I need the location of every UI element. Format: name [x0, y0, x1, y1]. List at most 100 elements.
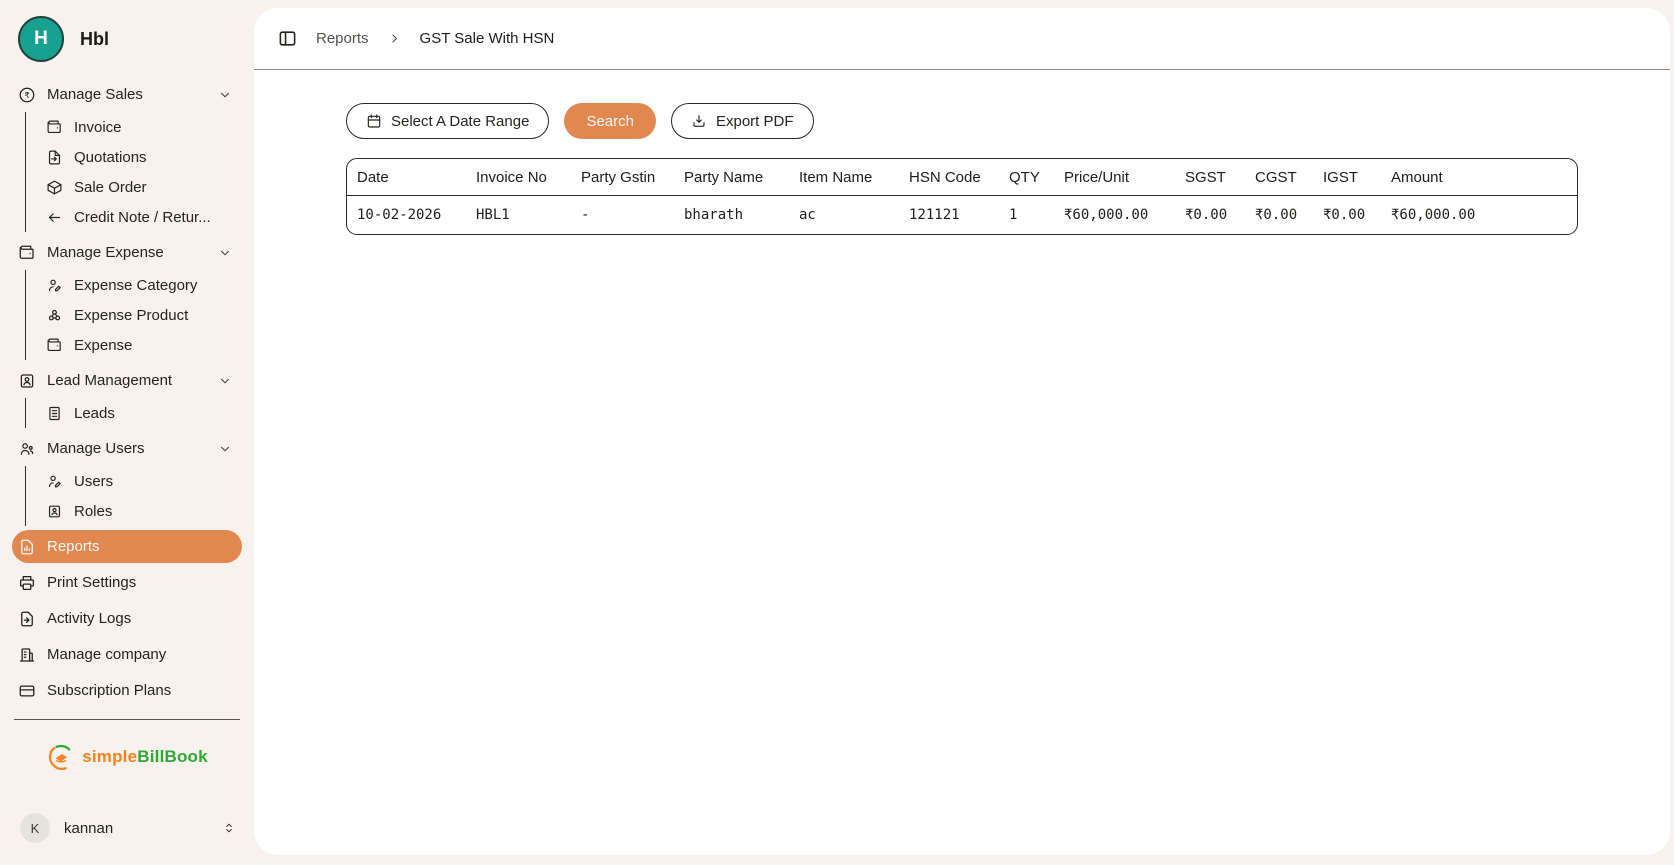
sidebar-item-label: Invoice	[74, 119, 122, 136]
sidebar-item-leads[interactable]: Leads	[26, 398, 242, 428]
sidebar-item-activity-logs[interactable]: Activity Logs	[12, 602, 242, 635]
report-table: Date Invoice No Party Gstin Party Name I…	[346, 158, 1578, 235]
column-header-item-name: Item Name	[789, 159, 899, 196]
report-icon	[18, 538, 36, 556]
cell-item-name: ac	[789, 196, 899, 234]
column-header-amount: Amount	[1381, 159, 1577, 196]
sidebar-item-label: Roles	[74, 503, 112, 520]
wallet-icon	[46, 337, 63, 354]
sidebar-item-manage-company[interactable]: Manage company	[12, 638, 242, 671]
date-range-label: Select A Date Range	[391, 113, 529, 130]
column-header-date: Date	[347, 159, 466, 196]
sidebar-group-lead-management[interactable]: Lead Management	[12, 365, 242, 396]
column-header-party-gstin: Party Gstin	[571, 159, 674, 196]
sidebar-item-credit-note[interactable]: Credit Note / Retur...	[26, 202, 242, 232]
sidebar-item-quotations[interactable]: Quotations	[26, 142, 242, 172]
cluster-icon	[46, 307, 63, 324]
sidebar: H Hbl ₹ Manage Sales Invoice	[0, 0, 254, 865]
sidebar-toggle-icon[interactable]	[278, 29, 297, 48]
date-range-button[interactable]: Select A Date Range	[346, 103, 549, 139]
sidebar-group-manage-expense[interactable]: Manage Expense	[12, 237, 242, 268]
topbar: Reports GST Sale With HSN	[254, 8, 1670, 70]
sidebar-item-label: Manage company	[47, 646, 166, 663]
column-header-qty: QTY	[999, 159, 1054, 196]
id-badge-icon	[46, 503, 63, 520]
search-button[interactable]: Search	[564, 103, 656, 139]
users-icon	[18, 440, 36, 458]
column-header-sgst: SGST	[1175, 159, 1245, 196]
wallet-icon	[18, 244, 36, 262]
cell-invoice-no: HBL1	[466, 196, 571, 234]
sidebar-item-label: Quotations	[74, 149, 147, 166]
cell-igst: ₹0.00	[1313, 196, 1381, 234]
sidebar-nav: ₹ Manage Sales Invoice	[0, 74, 254, 707]
sidebar-item-label: Credit Note / Retur...	[74, 209, 211, 226]
download-icon	[691, 113, 707, 129]
package-icon	[46, 179, 63, 196]
simplebillbook-logo: simpleBillBook	[0, 742, 254, 772]
return-arrow-icon	[46, 209, 63, 226]
rupee-circle-icon: ₹	[18, 86, 36, 104]
sidebar-item-label: Sale Order	[74, 179, 147, 196]
sidebar-item-users[interactable]: Users	[26, 466, 242, 496]
simplebillbook-logo-icon	[46, 742, 76, 772]
cell-hsn-code: 121121	[899, 196, 999, 234]
sidebar-group-manage-sales[interactable]: ₹ Manage Sales	[12, 79, 242, 110]
svg-text:₹: ₹	[24, 91, 29, 100]
sidebar-item-sale-order[interactable]: Sale Order	[26, 172, 242, 202]
chevron-down-icon	[218, 374, 232, 388]
cell-amount: ₹60,000.00	[1381, 196, 1577, 234]
sidebar-item-roles[interactable]: Roles	[26, 496, 242, 526]
sidebar-item-invoice[interactable]: Invoice	[26, 112, 242, 142]
sidebar-group-label: Manage Expense	[47, 244, 164, 261]
sidebar-group-label: Manage Users	[47, 440, 145, 457]
column-header-cgst: CGST	[1245, 159, 1313, 196]
wallet-icon	[46, 119, 63, 136]
report-toolbar: Select A Date Range Search Export PDF	[346, 103, 1578, 139]
sidebar-item-label: Expense	[74, 337, 132, 354]
main-panel: Reports GST Sale With HSN Select A Date …	[254, 8, 1670, 855]
table-header-row: Date Invoice No Party Gstin Party Name I…	[347, 159, 1577, 196]
sidebar-item-label: Expense Product	[74, 307, 188, 324]
sidebar-item-label: Reports	[47, 538, 100, 555]
sidebar-item-expense-product[interactable]: Expense Product	[26, 300, 242, 330]
sidebar-group-label: Manage Sales	[47, 86, 143, 103]
sidebar-item-label: Print Settings	[47, 574, 136, 591]
sidebar-group-manage-users[interactable]: Manage Users	[12, 433, 242, 464]
sidebar-item-label: Users	[74, 473, 113, 490]
cell-party-name: bharath	[674, 196, 789, 234]
company-name: Hbl	[80, 29, 109, 50]
export-pdf-label: Export PDF	[716, 113, 794, 130]
table-row: 10-02-2026 HBL1 - bharath ac 121121 1 ₹6…	[347, 196, 1577, 234]
company-brand[interactable]: H Hbl	[0, 0, 254, 74]
sidebar-group-label: Lead Management	[47, 372, 172, 389]
user-avatar: K	[20, 813, 50, 843]
sidebar-item-label: Subscription Plans	[47, 682, 171, 699]
cell-party-gstin: -	[571, 196, 674, 234]
user-name: kannan	[64, 820, 113, 837]
cell-date: 10-02-2026	[347, 196, 466, 234]
cell-qty: 1	[999, 196, 1054, 234]
sidebar-item-label: Expense Category	[74, 277, 197, 294]
chevron-right-icon	[388, 32, 401, 45]
chevron-down-icon	[218, 246, 232, 260]
breadcrumb-parent[interactable]: Reports	[316, 30, 369, 47]
printer-icon	[18, 574, 36, 592]
search-label: Search	[586, 113, 634, 130]
chevron-down-icon	[218, 88, 232, 102]
sidebar-item-reports[interactable]: Reports	[12, 530, 242, 563]
id-card-icon	[18, 372, 36, 390]
column-header-invoice-no: Invoice No	[466, 159, 571, 196]
calendar-icon	[366, 113, 382, 129]
user-menu[interactable]: K kannan	[0, 805, 254, 851]
credit-card-icon	[18, 682, 36, 700]
sidebar-item-subscription-plans[interactable]: Subscription Plans	[12, 674, 242, 707]
breadcrumb-current: GST Sale With HSN	[420, 30, 555, 47]
sidebar-item-print-settings[interactable]: Print Settings	[12, 566, 242, 599]
export-pdf-button[interactable]: Export PDF	[671, 103, 814, 139]
column-header-igst: IGST	[1313, 159, 1381, 196]
report-content: Select A Date Range Search Export PDF	[254, 70, 1670, 235]
company-avatar: H	[18, 16, 64, 62]
sidebar-item-expense-category[interactable]: Expense Category	[26, 270, 242, 300]
sidebar-item-expense[interactable]: Expense	[26, 330, 242, 360]
